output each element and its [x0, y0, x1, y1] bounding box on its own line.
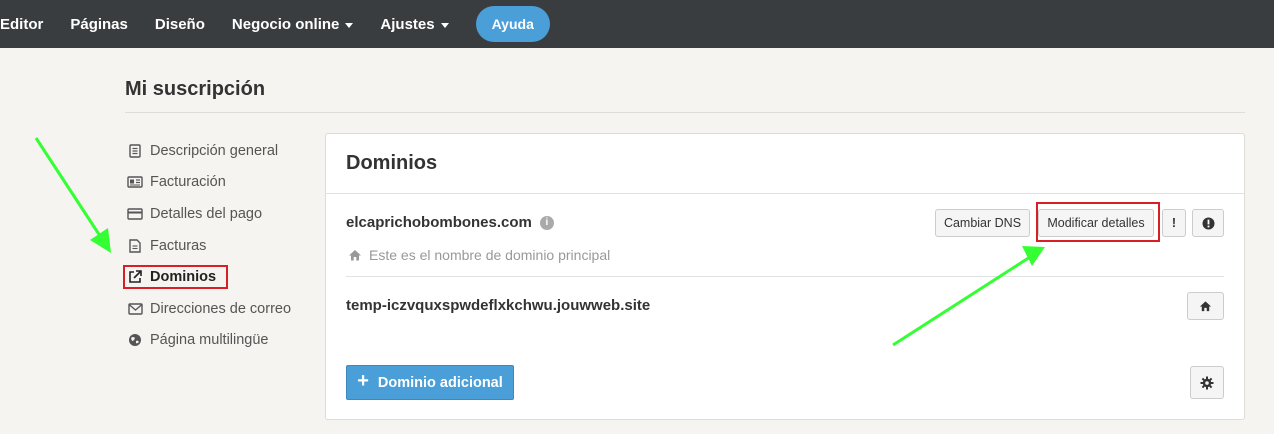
make-primary-button[interactable]	[1187, 292, 1224, 320]
gear-icon	[1200, 376, 1214, 389]
sidebar-item-facturas[interactable]: Facturas	[127, 230, 291, 262]
panel-divider	[326, 193, 1244, 194]
modify-details-label: Modificar detalles	[1047, 216, 1145, 230]
change-dns-button[interactable]: Cambiar DNS	[935, 209, 1030, 237]
file-icon	[127, 238, 143, 254]
sidebar-item-label: Facturación	[150, 174, 226, 191]
nav-diseno-label: Diseño	[154, 15, 205, 33]
primary-domain-note-text: Este es el nombre de dominio principal	[369, 247, 611, 263]
sidebar-item-pagina-multilingue[interactable]: Página multilingüe	[127, 325, 291, 357]
primary-domain: elcaprichobombones.com i	[346, 214, 554, 231]
nav-editor[interactable]: Editor	[0, 16, 43, 33]
nav-editor-label: Editor	[0, 15, 44, 33]
sidebar-item-label: Detalles del pago	[150, 205, 263, 222]
settings-button[interactable]	[1190, 366, 1224, 399]
nav-ajustes[interactable]: Ajustes	[380, 15, 449, 33]
sidebar-item-label: Descripción general	[150, 142, 279, 159]
arrow-to-dominios	[34, 137, 111, 253]
credit-card-icon	[127, 206, 143, 222]
panel-title: Dominios	[346, 152, 438, 174]
globe-icon	[127, 332, 143, 348]
sidebar-item-descripcion-general[interactable]: Descripción general	[127, 135, 291, 167]
alert-circle-icon	[1202, 217, 1214, 229]
plus-icon: +	[357, 370, 369, 392]
id-card-icon	[127, 174, 143, 190]
row-divider	[346, 276, 1224, 277]
exclamation-label: !	[1171, 216, 1177, 230]
nav-paginas-label: Páginas	[70, 15, 128, 33]
sidebar-item-label: Facturas	[150, 237, 207, 254]
home-icon	[349, 250, 361, 261]
top-navigation: Editor Páginas Diseño Negocio online Aju…	[0, 0, 1274, 48]
sidebar-item-dominios[interactable]: Dominios	[123, 261, 291, 293]
primary-domain-name: elcaprichobombones.com	[346, 214, 532, 231]
domains-panel: Dominios elcaprichobombones.com i Este e…	[325, 133, 1245, 420]
help-button-label: Ayuda	[491, 16, 534, 32]
page-title: Mi suscripción	[125, 78, 266, 100]
sidebar-item-label: Direcciones de correo	[150, 300, 292, 317]
envelope-icon	[127, 301, 143, 317]
sidebar-item-direcciones-de-correo[interactable]: Direcciones de correo	[127, 293, 291, 325]
secondary-domain-name: temp-iczvquxspwdeflxkchwu.jouwweb.site	[346, 297, 651, 314]
sidebar-item-label: Dominios	[150, 269, 217, 286]
external-link-icon	[127, 269, 143, 285]
caret-down-icon	[345, 22, 354, 28]
sidebar: Descripción general Facturación Detalles…	[123, 135, 291, 357]
change-dns-label: Cambiar DNS	[943, 216, 1022, 230]
info-icon[interactable]: i	[539, 215, 554, 230]
home-icon	[1199, 301, 1212, 312]
add-domain-button[interactable]: + Dominio adicional	[346, 365, 514, 400]
primary-domain-note: Este es el nombre de dominio principal	[348, 247, 610, 263]
caret-down-icon	[440, 22, 449, 28]
nav-negocio-online-label: Negocio online	[231, 15, 340, 33]
alert-button[interactable]	[1192, 209, 1224, 237]
help-button[interactable]: Ayuda	[475, 6, 550, 42]
nav-ajustes-label: Ajustes	[380, 15, 435, 33]
exclamation-button[interactable]: !	[1162, 209, 1186, 237]
sidebar-item-label: Página multilingüe	[150, 332, 269, 349]
add-domain-label: Dominio adicional	[377, 374, 503, 391]
active-highlight: Dominios	[123, 265, 229, 290]
nav-paginas[interactable]: Páginas	[70, 16, 128, 33]
nav-diseno[interactable]: Diseño	[155, 16, 205, 33]
sidebar-item-detalles-del-pago[interactable]: Detalles del pago	[127, 198, 291, 230]
document-icon	[127, 143, 143, 159]
nav-negocio-online[interactable]: Negocio online	[232, 16, 354, 33]
modify-details-button[interactable]: Modificar detalles	[1038, 209, 1154, 237]
sidebar-item-facturacion[interactable]: Facturación	[127, 167, 291, 199]
title-divider	[125, 112, 1245, 113]
